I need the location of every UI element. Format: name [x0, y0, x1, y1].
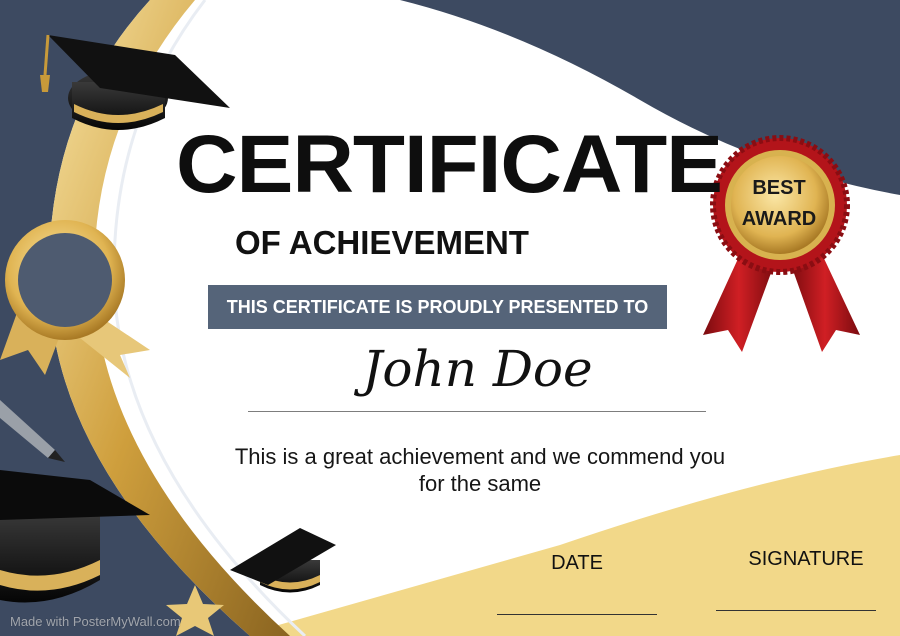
- badge-line-2: AWARD: [741, 208, 817, 230]
- certificate-title: CERTIFICATE: [176, 119, 723, 210]
- signature-line: [716, 610, 876, 611]
- presented-to-banner: THIS CERTIFICATE IS PROUDLY PRESENTED TO: [208, 285, 667, 329]
- recipient-name: John Doe: [362, 340, 593, 398]
- body-line-2: for the same: [418, 471, 542, 496]
- signature-label: SIGNATURE: [748, 548, 864, 570]
- certificate-subtitle: OF ACHIEVEMENT: [235, 224, 529, 261]
- body-line-1: This is a great achievement and we comme…: [234, 444, 726, 469]
- name-underline: [248, 411, 706, 412]
- date-line: [497, 614, 657, 615]
- badge-line-1: BEST: [752, 177, 806, 199]
- certificate-page: CERTIFICATE OF ACHIEVEMENT THIS CERTIFIC…: [0, 0, 900, 636]
- medal-ribbon-icon: [703, 135, 860, 352]
- body-text: This is a great achievement and we comme…: [200, 443, 760, 497]
- presented-to-text: THIS CERTIFICATE IS PROUDLY PRESENTED TO: [226, 296, 649, 317]
- date-label: DATE: [551, 552, 603, 574]
- graduation-cap-icon: [230, 528, 336, 593]
- watermark: Made with PosterMyWall.com: [10, 614, 181, 629]
